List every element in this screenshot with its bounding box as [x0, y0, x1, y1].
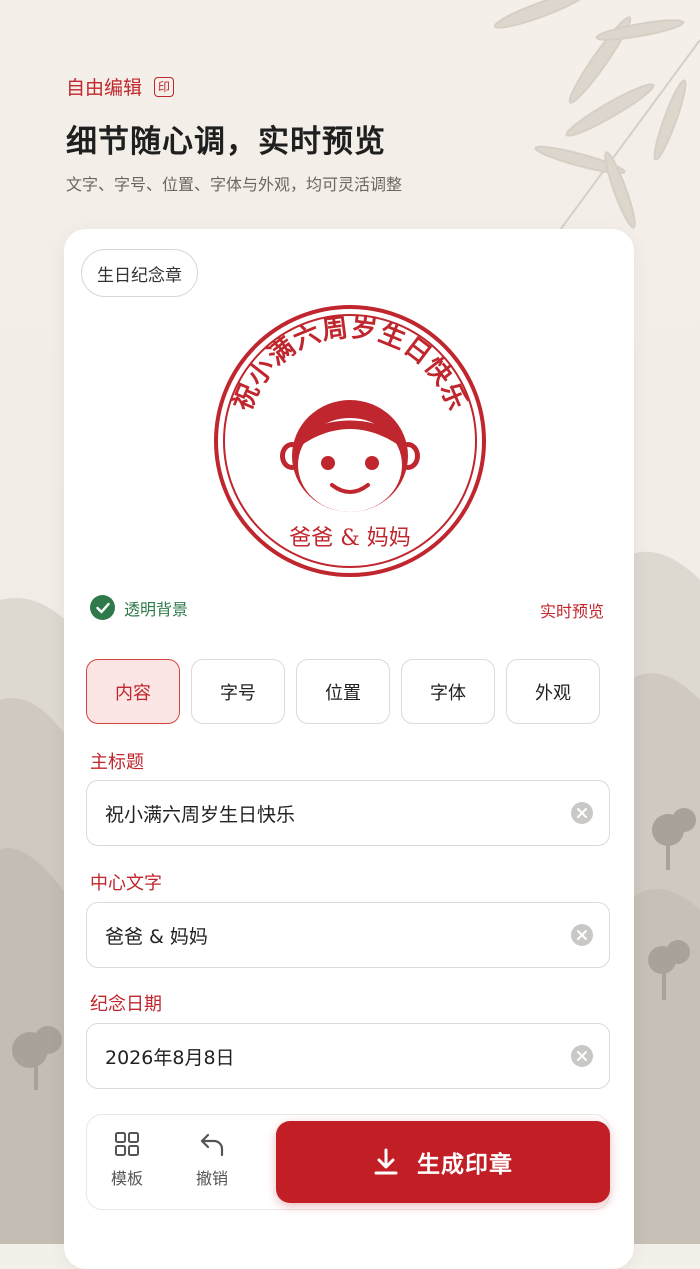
date-field — [86, 1023, 610, 1089]
transparent-background-label: 透明背景 — [124, 599, 189, 619]
undo-button[interactable]: 撤销 — [182, 1131, 242, 1189]
tab-font[interactable]: 字体 — [401, 659, 495, 724]
editor-card: 生日纪念章 祝小满六周岁生日快乐 爸爸 & 妈妈 透明背景 实时预览 内容 字号… — [64, 229, 634, 1269]
date-label: 纪念日期 — [90, 994, 162, 1015]
undo-label: 撤销 — [195, 1169, 228, 1188]
main-title-field — [86, 780, 610, 846]
main-title-label: 主标题 — [90, 752, 144, 773]
main-title-input[interactable] — [103, 801, 571, 825]
date-input[interactable] — [103, 1044, 571, 1068]
generate-seal-label: 生成印章 — [417, 1152, 513, 1178]
child-face-icon — [280, 400, 420, 512]
undo-icon — [200, 1133, 224, 1157]
hero-tag-label: 自由编辑 — [66, 77, 143, 99]
page-title: 细节随心调，实时预览 — [66, 124, 386, 160]
tab-appearance[interactable]: 外观 — [506, 659, 600, 724]
tab-font-size[interactable]: 字号 — [191, 659, 285, 724]
center-text-label: 中心文字 — [90, 873, 162, 894]
stamp-name-chip[interactable]: 生日纪念章 — [81, 249, 198, 297]
template-button[interactable]: 模板 — [97, 1131, 157, 1189]
tab-position[interactable]: 位置 — [296, 659, 390, 724]
seal-icon: 印 — [154, 76, 175, 97]
center-text-input[interactable] — [103, 923, 571, 947]
center-text-field — [86, 902, 610, 968]
clear-icon[interactable] — [571, 924, 593, 946]
download-icon — [374, 1148, 398, 1175]
generate-seal-button[interactable]: 生成印章 — [276, 1121, 610, 1203]
stamp-center-text: 爸爸 & 妈妈 — [289, 526, 411, 551]
template-label: 模板 — [110, 1169, 143, 1188]
clear-icon[interactable] — [571, 1045, 593, 1067]
check-icon — [90, 595, 115, 620]
live-preview-label: 实时预览 — [539, 602, 604, 621]
editor-tabs: 内容 字号 位置 字体 外观 — [86, 659, 600, 724]
stamp-preview: 祝小满六周岁生日快乐 爸爸 & 妈妈 — [210, 301, 490, 581]
transparent-background-toggle[interactable]: 透明背景 — [90, 595, 188, 620]
tab-content[interactable]: 内容 — [86, 659, 180, 724]
stamp-arc-text: 祝小满六周岁生日快乐 — [228, 312, 472, 415]
bottom-toolbar: 模板 撤销 生成印章 — [86, 1114, 610, 1210]
clear-icon[interactable] — [571, 802, 593, 824]
hero-tag: 自由编辑 印 — [66, 73, 175, 100]
grid-icon — [115, 1132, 139, 1156]
page-subtitle: 文字、字号、位置、字体与外观，均可灵活调整 — [66, 175, 403, 194]
